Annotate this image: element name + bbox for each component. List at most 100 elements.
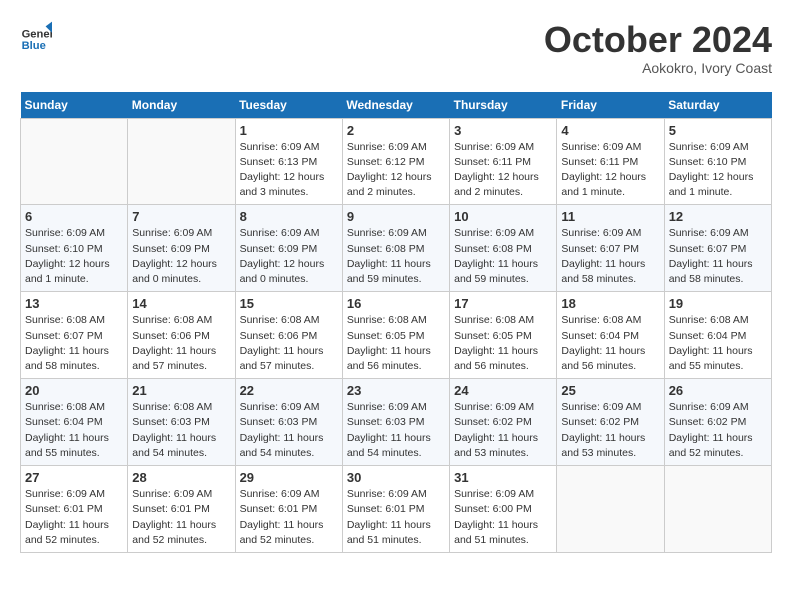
day-info: Sunrise: 6:08 AM Sunset: 6:03 PM Dayligh… bbox=[132, 400, 230, 461]
day-info: Sunrise: 6:09 AM Sunset: 6:10 PM Dayligh… bbox=[25, 226, 123, 287]
calendar-day-cell: 17 Sunrise: 6:08 AM Sunset: 6:05 PM Dayli… bbox=[450, 292, 557, 379]
day-info: Sunrise: 6:08 AM Sunset: 6:06 PM Dayligh… bbox=[132, 313, 230, 374]
day-info: Sunrise: 6:08 AM Sunset: 6:04 PM Dayligh… bbox=[669, 313, 767, 374]
calendar-day-cell bbox=[128, 118, 235, 205]
calendar-day-cell: 6 Sunrise: 6:09 AM Sunset: 6:10 PM Daylig… bbox=[21, 205, 128, 292]
day-info: Sunrise: 6:09 AM Sunset: 6:13 PM Dayligh… bbox=[240, 140, 338, 201]
day-info: Sunrise: 6:09 AM Sunset: 6:11 PM Dayligh… bbox=[454, 140, 552, 201]
calendar-day-cell: 27 Sunrise: 6:09 AM Sunset: 6:01 PM Dayli… bbox=[21, 466, 128, 553]
calendar-day-cell bbox=[557, 466, 664, 553]
calendar-day-cell: 22 Sunrise: 6:09 AM Sunset: 6:03 PM Dayli… bbox=[235, 379, 342, 466]
calendar-day-cell: 21 Sunrise: 6:08 AM Sunset: 6:03 PM Dayli… bbox=[128, 379, 235, 466]
calendar-week-row: 13 Sunrise: 6:08 AM Sunset: 6:07 PM Dayli… bbox=[21, 292, 772, 379]
calendar-day-cell bbox=[664, 466, 771, 553]
calendar-day-cell: 4 Sunrise: 6:09 AM Sunset: 6:11 PM Daylig… bbox=[557, 118, 664, 205]
day-info: Sunrise: 6:08 AM Sunset: 6:06 PM Dayligh… bbox=[240, 313, 338, 374]
logo: General Blue bbox=[20, 20, 52, 52]
calendar-week-row: 27 Sunrise: 6:09 AM Sunset: 6:01 PM Dayli… bbox=[21, 466, 772, 553]
calendar-day-cell: 1 Sunrise: 6:09 AM Sunset: 6:13 PM Daylig… bbox=[235, 118, 342, 205]
day-info: Sunrise: 6:09 AM Sunset: 6:11 PM Dayligh… bbox=[561, 140, 659, 201]
calendar-day-cell: 15 Sunrise: 6:08 AM Sunset: 6:06 PM Dayli… bbox=[235, 292, 342, 379]
calendar-day-cell: 14 Sunrise: 6:08 AM Sunset: 6:06 PM Dayli… bbox=[128, 292, 235, 379]
day-number: 10 bbox=[454, 209, 552, 224]
day-number: 1 bbox=[240, 123, 338, 138]
day-info: Sunrise: 6:09 AM Sunset: 6:09 PM Dayligh… bbox=[240, 226, 338, 287]
calendar-week-row: 1 Sunrise: 6:09 AM Sunset: 6:13 PM Daylig… bbox=[21, 118, 772, 205]
day-number: 31 bbox=[454, 470, 552, 485]
calendar-day-cell: 19 Sunrise: 6:08 AM Sunset: 6:04 PM Dayli… bbox=[664, 292, 771, 379]
day-number: 23 bbox=[347, 383, 445, 398]
day-of-week-header: Friday bbox=[557, 92, 664, 119]
day-info: Sunrise: 6:08 AM Sunset: 6:05 PM Dayligh… bbox=[347, 313, 445, 374]
calendar-table: SundayMondayTuesdayWednesdayThursdayFrid… bbox=[20, 92, 772, 553]
calendar-day-cell: 26Sunrise: 6:09 AM Sunset: 6:02 PM Dayli… bbox=[664, 379, 771, 466]
day-info: Sunrise: 6:09 AM Sunset: 6:08 PM Dayligh… bbox=[454, 226, 552, 287]
day-number: 28 bbox=[132, 470, 230, 485]
month-title: October 2024 bbox=[544, 20, 772, 60]
day-info: Sunrise: 6:09 AM Sunset: 6:10 PM Dayligh… bbox=[669, 140, 767, 201]
day-info: Sunrise: 6:09 AM Sunset: 6:03 PM Dayligh… bbox=[347, 400, 445, 461]
calendar-day-cell: 13 Sunrise: 6:08 AM Sunset: 6:07 PM Dayli… bbox=[21, 292, 128, 379]
day-number: 18 bbox=[561, 296, 659, 311]
day-number: 16 bbox=[347, 296, 445, 311]
day-info: Sunrise: 6:08 AM Sunset: 6:04 PM Dayligh… bbox=[561, 313, 659, 374]
day-info: Sunrise: 6:09 AM Sunset: 6:09 PM Dayligh… bbox=[132, 226, 230, 287]
calendar-day-cell: 18 Sunrise: 6:08 AM Sunset: 6:04 PM Dayli… bbox=[557, 292, 664, 379]
day-info: Sunrise: 6:09 AM Sunset: 6:00 PM Dayligh… bbox=[454, 487, 552, 548]
day-of-week-header: Tuesday bbox=[235, 92, 342, 119]
day-number: 5 bbox=[669, 123, 767, 138]
day-number: 8 bbox=[240, 209, 338, 224]
day-number: 13 bbox=[25, 296, 123, 311]
logo-icon: General Blue bbox=[20, 20, 52, 52]
calendar-week-row: 6 Sunrise: 6:09 AM Sunset: 6:10 PM Daylig… bbox=[21, 205, 772, 292]
day-number: 3 bbox=[454, 123, 552, 138]
day-number: 26 bbox=[669, 383, 767, 398]
calendar-day-cell: 7 Sunrise: 6:09 AM Sunset: 6:09 PM Daylig… bbox=[128, 205, 235, 292]
day-number: 29 bbox=[240, 470, 338, 485]
day-of-week-header: Wednesday bbox=[342, 92, 449, 119]
day-info: Sunrise: 6:08 AM Sunset: 6:05 PM Dayligh… bbox=[454, 313, 552, 374]
day-number: 17 bbox=[454, 296, 552, 311]
calendar-day-cell: 8 Sunrise: 6:09 AM Sunset: 6:09 PM Daylig… bbox=[235, 205, 342, 292]
day-number: 7 bbox=[132, 209, 230, 224]
day-info: Sunrise: 6:09 AM Sunset: 6:03 PM Dayligh… bbox=[240, 400, 338, 461]
day-number: 24 bbox=[454, 383, 552, 398]
day-info: Sunrise: 6:09 AM Sunset: 6:02 PM Dayligh… bbox=[561, 400, 659, 461]
calendar-day-cell: 10 Sunrise: 6:09 AM Sunset: 6:08 PM Dayli… bbox=[450, 205, 557, 292]
day-number: 4 bbox=[561, 123, 659, 138]
calendar-day-cell: 3 Sunrise: 6:09 AM Sunset: 6:11 PM Daylig… bbox=[450, 118, 557, 205]
calendar-day-cell bbox=[21, 118, 128, 205]
day-of-week-header: Monday bbox=[128, 92, 235, 119]
day-info: Sunrise: 6:09 AM Sunset: 6:02 PM Dayligh… bbox=[454, 400, 552, 461]
calendar-day-cell: 25Sunrise: 6:09 AM Sunset: 6:02 PM Dayli… bbox=[557, 379, 664, 466]
day-number: 2 bbox=[347, 123, 445, 138]
svg-text:General: General bbox=[22, 29, 52, 41]
day-info: Sunrise: 6:08 AM Sunset: 6:07 PM Dayligh… bbox=[25, 313, 123, 374]
day-number: 14 bbox=[132, 296, 230, 311]
calendar-day-cell: 23 Sunrise: 6:09 AM Sunset: 6:03 PM Dayli… bbox=[342, 379, 449, 466]
day-info: Sunrise: 6:09 AM Sunset: 6:12 PM Dayligh… bbox=[347, 140, 445, 201]
day-number: 27 bbox=[25, 470, 123, 485]
day-number: 6 bbox=[25, 209, 123, 224]
day-info: Sunrise: 6:09 AM Sunset: 6:01 PM Dayligh… bbox=[240, 487, 338, 548]
day-number: 21 bbox=[132, 383, 230, 398]
day-info: Sunrise: 6:09 AM Sunset: 6:01 PM Dayligh… bbox=[25, 487, 123, 548]
day-of-week-header: Saturday bbox=[664, 92, 771, 119]
calendar-day-cell: 28 Sunrise: 6:09 AM Sunset: 6:01 PM Dayli… bbox=[128, 466, 235, 553]
day-number: 15 bbox=[240, 296, 338, 311]
day-number: 22 bbox=[240, 383, 338, 398]
title-block: October 2024 Aokokro, Ivory Coast bbox=[544, 20, 772, 76]
calendar-day-cell: 9Sunrise: 6:09 AM Sunset: 6:08 PM Daylig… bbox=[342, 205, 449, 292]
calendar-day-cell: 31 Sunrise: 6:09 AM Sunset: 6:00 PM Dayli… bbox=[450, 466, 557, 553]
calendar-day-cell: 29 Sunrise: 6:09 AM Sunset: 6:01 PM Dayli… bbox=[235, 466, 342, 553]
day-of-week-header: Sunday bbox=[21, 92, 128, 119]
day-number: 20 bbox=[25, 383, 123, 398]
calendar-header-row: SundayMondayTuesdayWednesdayThursdayFrid… bbox=[21, 92, 772, 119]
day-number: 11 bbox=[561, 209, 659, 224]
day-number: 19 bbox=[669, 296, 767, 311]
calendar-day-cell: 30Sunrise: 6:09 AM Sunset: 6:01 PM Dayli… bbox=[342, 466, 449, 553]
calendar-day-cell: 24 Sunrise: 6:09 AM Sunset: 6:02 PM Dayli… bbox=[450, 379, 557, 466]
calendar-day-cell: 5 Sunrise: 6:09 AM Sunset: 6:10 PM Daylig… bbox=[664, 118, 771, 205]
day-info: Sunrise: 6:09 AM Sunset: 6:01 PM Dayligh… bbox=[132, 487, 230, 548]
calendar-day-cell: 2 Sunrise: 6:09 AM Sunset: 6:12 PM Daylig… bbox=[342, 118, 449, 205]
